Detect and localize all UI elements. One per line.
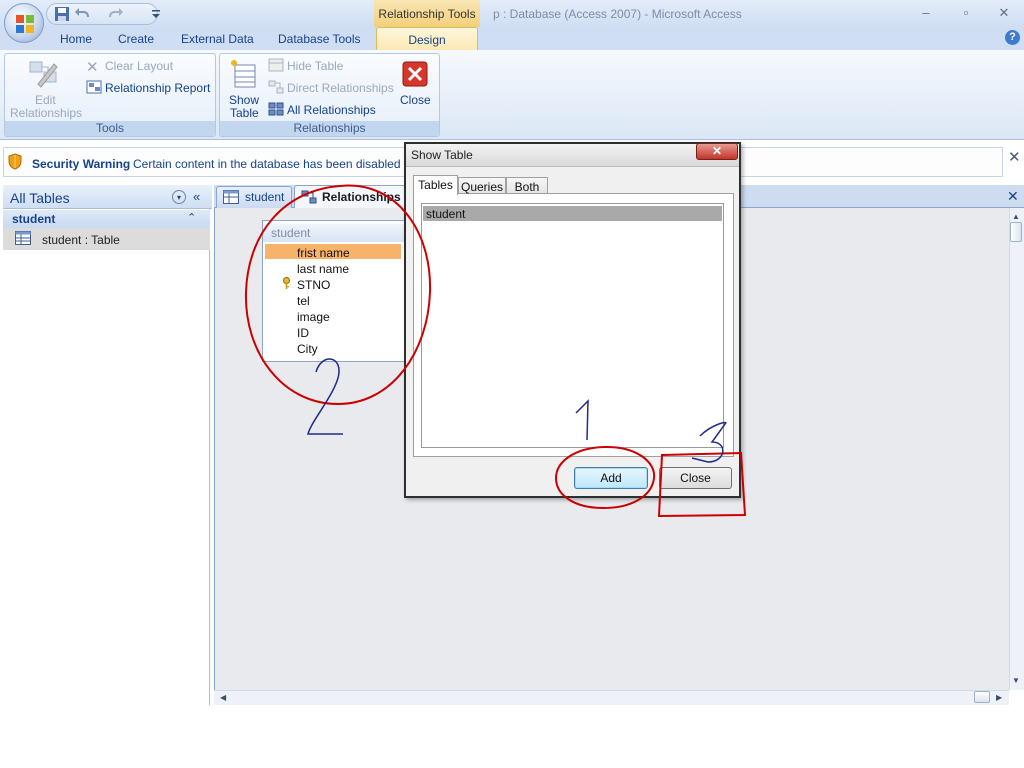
- selected-table-highlight[interactable]: [423, 206, 722, 221]
- hide-table-button[interactable]: Hide Table: [287, 59, 343, 73]
- maximize-button[interactable]: ▫: [952, 4, 980, 22]
- field-item[interactable]: ID: [297, 326, 309, 340]
- show-table-button[interactable]: Show: [229, 93, 259, 107]
- close-relationships-icon: [402, 61, 428, 87]
- tab-student-label[interactable]: student: [245, 190, 284, 204]
- dialog-close-icon[interactable]: ✕: [696, 143, 738, 160]
- edit-relationships-icon: [29, 61, 58, 88]
- close-security-bar-button[interactable]: ✕: [1008, 148, 1021, 166]
- tables-list[interactable]: [421, 203, 724, 448]
- vertical-scroll-thumb[interactable]: [1010, 222, 1022, 242]
- scroll-down-icon[interactable]: ▼: [1012, 676, 1020, 685]
- tab-tables[interactable]: Tables: [413, 175, 458, 195]
- show-table-icon: [231, 60, 256, 88]
- relationship-tools-label: Relationship Tools: [374, 0, 480, 27]
- tools-group-label: Tools: [5, 121, 215, 136]
- edit-relationships-button[interactable]: Edit: [35, 93, 56, 107]
- field-item[interactable]: STNO: [297, 278, 330, 292]
- field-item[interactable]: last name: [297, 262, 349, 276]
- window-title: p : Database (Access 2007) - Microsoft A…: [493, 7, 742, 21]
- field-item[interactable]: image: [297, 310, 330, 324]
- field-list-title[interactable]: student: [263, 224, 404, 242]
- relationships-icon: [301, 190, 317, 204]
- horizontal-scrollbar[interactable]: [214, 690, 1009, 705]
- table-icon: [223, 190, 239, 204]
- field-item[interactable]: City: [297, 342, 318, 356]
- clear-layout-button[interactable]: Clear Layout: [105, 59, 173, 73]
- scroll-right-icon[interactable]: ▶: [996, 693, 1002, 702]
- list-item[interactable]: student: [426, 207, 465, 221]
- tab-design[interactable]: Design: [376, 27, 478, 51]
- add-button[interactable]: Add: [574, 467, 648, 489]
- relationship-report-button[interactable]: Relationship Report: [105, 81, 210, 95]
- nav-item-label[interactable]: student : Table: [42, 233, 120, 247]
- all-relationships-icon: [268, 102, 284, 116]
- collapse-group-icon[interactable]: ⌃: [187, 211, 196, 224]
- tab-external-data[interactable]: External Data: [181, 32, 254, 46]
- edit-relationships-button-line2[interactable]: Relationships: [10, 106, 82, 120]
- tab-both[interactable]: Both: [506, 177, 548, 194]
- scroll-left-icon[interactable]: ◀: [220, 693, 226, 702]
- help-icon[interactable]: ?: [1005, 30, 1020, 45]
- navigation-pane: [3, 185, 210, 705]
- show-table-button-line2[interactable]: Table: [230, 106, 259, 120]
- minimize-button[interactable]: –: [912, 4, 940, 22]
- navigation-pane-title[interactable]: All Tables: [10, 190, 70, 206]
- clear-layout-icon: ✕: [86, 59, 99, 76]
- table-icon: [15, 231, 31, 245]
- field-item[interactable]: frist name: [297, 246, 350, 260]
- security-warning-title: Security Warning: [32, 157, 131, 171]
- scroll-up-icon[interactable]: ▲: [1012, 212, 1020, 221]
- relationships-group-label: Relationships: [220, 121, 439, 136]
- shutter-collapse-icon[interactable]: «: [193, 189, 200, 204]
- close-relationships-button[interactable]: Close: [400, 93, 431, 107]
- office-button[interactable]: [4, 3, 44, 43]
- direct-relationships-button[interactable]: Direct Relationships: [287, 81, 394, 95]
- close-window-button[interactable]: ✕: [990, 4, 1018, 22]
- dialog-title: Show Table: [411, 148, 473, 162]
- tab-database-tools[interactable]: Database Tools: [278, 32, 361, 46]
- nav-group-label[interactable]: student: [12, 212, 55, 226]
- field-item[interactable]: tel: [297, 294, 310, 308]
- security-warning-message: Certain content in the database has been…: [133, 157, 401, 171]
- all-relationships-button[interactable]: All Relationships: [287, 103, 376, 117]
- tab-create[interactable]: Create: [118, 32, 154, 46]
- tab-home[interactable]: Home: [60, 32, 92, 46]
- horizontal-scroll-thumb[interactable]: [974, 691, 990, 703]
- quick-access-items: [50, 3, 160, 25]
- direct-relationships-icon: [268, 80, 284, 94]
- office-logo-icon: [16, 15, 34, 33]
- tab-relationships[interactable]: Relationships: [294, 185, 406, 209]
- relationship-report-icon: [86, 80, 102, 94]
- tab-queries[interactable]: Queries: [458, 177, 506, 194]
- vertical-scrollbar[interactable]: [1009, 208, 1024, 690]
- primary-key-icon: [283, 277, 290, 289]
- close-document-button[interactable]: ✕: [1007, 188, 1019, 205]
- chevron-down-icon[interactable]: ▾: [172, 190, 186, 204]
- hide-table-icon: [268, 58, 284, 72]
- close-button[interactable]: Close: [659, 467, 732, 489]
- save-icon[interactable]: [54, 6, 70, 22]
- redo-icon[interactable]: [108, 6, 124, 22]
- tab-relationships-label[interactable]: Relationships: [322, 190, 401, 204]
- undo-icon[interactable]: [74, 6, 90, 22]
- customize-qat-icon[interactable]: [148, 6, 164, 22]
- shield-icon: [8, 153, 22, 170]
- tab-student[interactable]: student: [216, 186, 292, 208]
